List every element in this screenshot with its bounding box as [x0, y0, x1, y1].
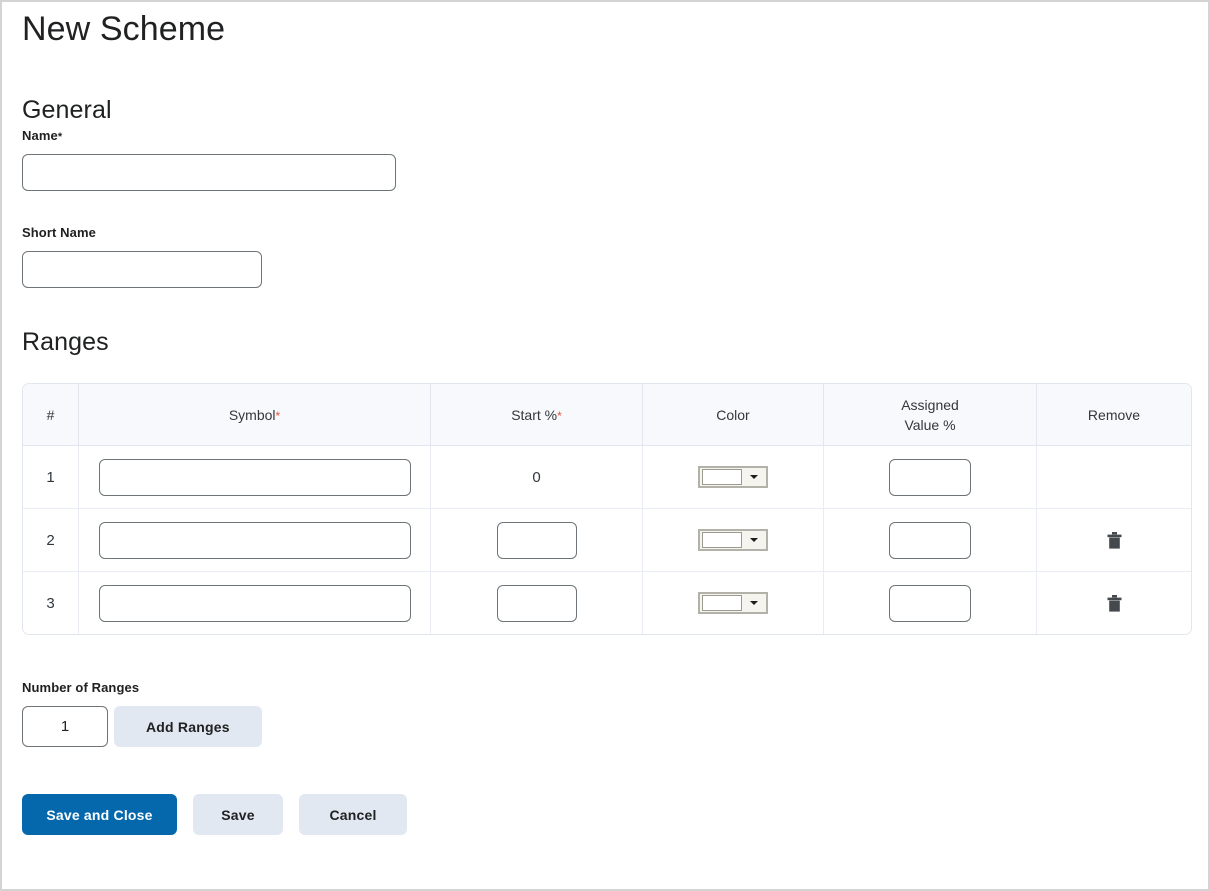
symbol-input[interactable]: [98, 584, 411, 622]
name-label-text: Name: [22, 128, 58, 143]
assigned-value-input[interactable]: [889, 458, 971, 496]
cell-start-percent: [431, 572, 643, 634]
number-of-ranges-row: Add Ranges: [22, 706, 1188, 747]
add-ranges-button[interactable]: Add Ranges: [114, 706, 262, 747]
start-percent-value: 0: [532, 468, 541, 486]
column-header-remove: Remove: [1037, 384, 1191, 446]
color-picker-dropdown[interactable]: [698, 528, 768, 551]
color-picker-dropdown[interactable]: [698, 465, 768, 488]
cell-color: [643, 446, 824, 509]
row-index-value: 3: [46, 594, 55, 612]
symbol-required-asterisk: *: [275, 408, 281, 423]
assigned-value-input[interactable]: [889, 521, 971, 559]
ranges-table-head: # Symbol* Start %* Color Assigned Value %…: [23, 384, 1191, 446]
save-and-close-button[interactable]: Save and Close: [22, 794, 177, 835]
assigned-value-input[interactable]: [889, 584, 971, 622]
color-picker-dropdown[interactable]: [698, 591, 768, 614]
ranges-table-container: # Symbol* Start %* Color Assigned Value %…: [22, 359, 1192, 635]
name-input[interactable]: [22, 154, 396, 191]
symbol-input[interactable]: [98, 458, 411, 496]
number-of-ranges-label: Number of Ranges: [22, 680, 140, 695]
color-swatch: [702, 594, 742, 611]
column-header-color-label: Color: [716, 406, 750, 423]
table-row: 10: [23, 446, 1191, 509]
cell-assigned-value: [824, 509, 1037, 572]
name-field-group: Name*: [22, 127, 1188, 191]
save-button[interactable]: Save: [193, 794, 283, 835]
cell-symbol: [79, 509, 431, 572]
cell-remove: [1037, 509, 1191, 572]
trash-icon[interactable]: [1101, 527, 1127, 553]
cell-start-percent: [431, 509, 643, 572]
cell-color: [643, 509, 824, 572]
cell-assigned-value: [824, 446, 1037, 509]
column-header-symbol: Symbol*: [79, 384, 431, 446]
start-percent-input[interactable]: [496, 521, 577, 559]
column-header-index: #: [23, 384, 79, 446]
row-index-value: 2: [46, 531, 55, 549]
general-section-heading: General: [22, 96, 112, 124]
cell-remove: [1037, 446, 1191, 509]
name-label: Name*: [22, 128, 62, 143]
trash-icon[interactable]: [1101, 590, 1127, 616]
short-name-label: Short Name: [22, 225, 96, 240]
symbol-input[interactable]: [98, 521, 411, 559]
ranges-table: # Symbol* Start %* Color Assigned Value %…: [22, 383, 1192, 635]
start-percent-input[interactable]: [496, 584, 577, 622]
start-required-asterisk: *: [557, 408, 562, 423]
footer-action-bar: Save and Close Save Cancel: [22, 747, 1188, 835]
page-content: New Scheme General Name* Short Name Rang…: [2, 2, 1208, 835]
app-viewport: New Scheme General Name* Short Name Rang…: [0, 0, 1210, 891]
color-swatch: [702, 468, 742, 485]
cell-remove: [1037, 572, 1191, 634]
color-swatch: [702, 531, 742, 548]
column-header-start: Start %*: [431, 384, 643, 446]
chevron-down-icon: [742, 537, 765, 542]
page-title: New Scheme: [22, 10, 226, 48]
number-of-ranges-input[interactable]: [22, 706, 108, 747]
cell-assigned-value: [824, 572, 1037, 634]
column-header-index-label: #: [46, 406, 55, 423]
cell-index: 2: [23, 509, 79, 572]
table-row: 3: [23, 572, 1191, 634]
cell-color: [643, 572, 824, 634]
cell-index: 3: [23, 572, 79, 634]
column-header-assigned-line2: Value %: [904, 416, 956, 433]
chevron-down-icon: [742, 600, 765, 605]
chevron-down-icon: [742, 474, 765, 479]
ranges-section-heading: Ranges: [22, 328, 109, 356]
cell-symbol: [79, 446, 431, 509]
cell-symbol: [79, 572, 431, 634]
table-row: 2: [23, 509, 1191, 572]
short-name-input[interactable]: [22, 251, 262, 288]
column-header-assigned-line1: Assigned: [901, 396, 959, 413]
column-header-symbol-label: Symbol: [228, 406, 276, 423]
row-index-value: 1: [46, 468, 55, 486]
column-header-color: Color: [643, 384, 824, 446]
number-of-ranges-group: Number of Ranges Add Ranges: [22, 635, 1188, 747]
table-header-row: # Symbol* Start %* Color Assigned Value %…: [23, 384, 1191, 446]
short-name-field-group: Short Name: [22, 191, 1188, 288]
column-header-start-label: Start %: [511, 406, 558, 423]
ranges-table-body: 1023: [23, 446, 1191, 634]
column-header-assigned-value: Assigned Value %: [824, 384, 1037, 446]
column-header-remove-label: Remove: [1087, 406, 1141, 423]
cell-index: 1: [23, 446, 79, 509]
cell-start-percent: 0: [431, 446, 643, 509]
name-required-asterisk: *: [57, 131, 63, 143]
cancel-button[interactable]: Cancel: [299, 794, 407, 835]
